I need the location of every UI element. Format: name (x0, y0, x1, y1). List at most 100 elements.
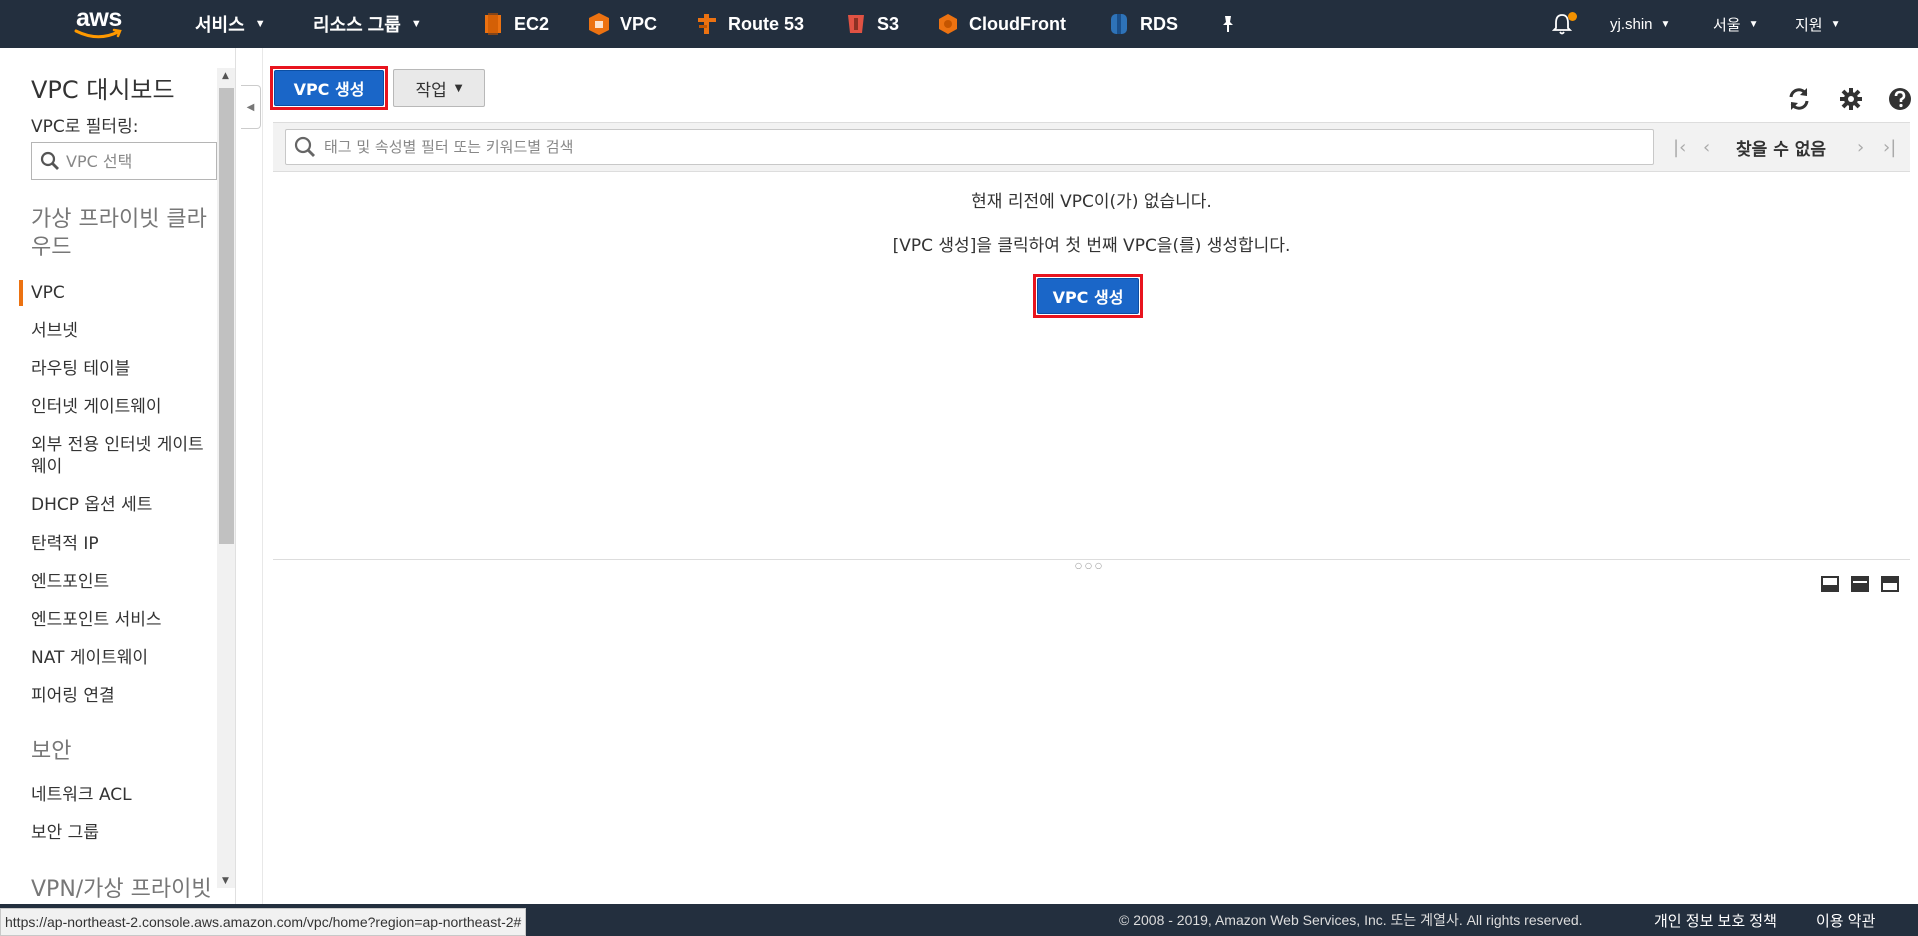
sidebar-item-dhcp-options[interactable]: DHCP 옵션 세트 (31, 494, 211, 516)
shortcut-label: VPC (620, 13, 658, 34)
chevron-down-icon: ▼ (410, 18, 422, 30)
chevron-down-icon: ▼ (1830, 18, 1841, 30)
copyright-text: © 2008 - 2019, Amazon Web Services, Inc.… (1119, 912, 1583, 928)
region-label: 서울 (1713, 16, 1741, 34)
sidebar-item-security-groups[interactable]: 보안 그룹 (31, 822, 211, 844)
layout-split-panel-icon[interactable] (1851, 576, 1869, 592)
chevron-down-icon: ▼ (1748, 18, 1759, 30)
first-page-icon: |‹ (1673, 136, 1687, 158)
chevron-right-icon: › (1857, 136, 1865, 158)
resource-groups-label: 리소스 그룹 (313, 15, 401, 35)
pin-shortcuts-button[interactable] (1220, 0, 1236, 48)
aws-smile-icon (74, 28, 122, 39)
scroll-up-icon[interactable]: ▲ (222, 71, 229, 81)
pager-status: 찾을 수 없음 (1736, 139, 1827, 160)
sidebar-item-endpoints[interactable]: 엔드포인트 (31, 571, 211, 593)
status-bar-url: https://ap-northeast-2.console.aws.amazo… (0, 908, 527, 936)
notification-badge (1568, 12, 1577, 21)
s3-icon (848, 15, 864, 33)
section-heading-vpc: 가상 프라이빗 클라우드 (31, 207, 207, 260)
gear-icon[interactable] (1838, 86, 1864, 112)
terms-of-use-link[interactable]: 이용 약관 (1816, 904, 1875, 936)
sidebar: VPC 대시보드 VPC로 필터링: 가상 프라이빗 클라우드 VPC 서브넷 … (0, 48, 236, 904)
shortcut-route53[interactable]: Route 53 (696, 0, 804, 48)
empty-state-title: 현재 리전에 VPC이(가) 없습니다. (971, 192, 1212, 212)
chevron-left-icon: ◀ (246, 101, 255, 113)
scroll-down-icon[interactable]: ▼ (222, 876, 229, 886)
empty-state-create-vpc-button[interactable]: VPC 생성 (1037, 278, 1139, 314)
sidebar-item-egress-only-gateways[interactable]: 외부 전용 인터넷 게이트웨이 (31, 434, 209, 478)
sidebar-item-elastic-ips[interactable]: 탄력적 IP (31, 533, 211, 555)
route53-icon (698, 14, 716, 34)
sidebar-item-endpoint-services[interactable]: 엔드포인트 서비스 (31, 609, 211, 631)
sidebar-item-vpc[interactable]: VPC (19, 280, 211, 306)
shortcut-label: EC2 (514, 13, 550, 34)
sidebar-item-subnets[interactable]: 서브넷 (31, 320, 211, 342)
section-heading-security: 보안 (31, 739, 72, 764)
vpc-filter-label: VPC로 필터링: (31, 117, 139, 137)
shortcut-ec2[interactable]: EC2 (482, 0, 549, 48)
resource-groups-menu[interactable]: 리소스 그룹 ▼ (313, 0, 422, 48)
search-icon (40, 151, 59, 170)
search-input[interactable] (324, 138, 1624, 156)
top-navigation-bar: aws 서비스 ▼ 리소스 그룹 ▼ EC2 VPC Route 53 S3 C… (0, 0, 1918, 48)
actions-label: 작업 (415, 80, 447, 101)
collapse-sidebar-button[interactable]: ◀ (241, 85, 261, 129)
refresh-icon[interactable] (1786, 86, 1812, 112)
shortcut-cloudfront[interactable]: CloudFront (937, 0, 1066, 48)
sidebar-scrollbar[interactable]: ▲ ▼ (217, 68, 235, 888)
services-menu[interactable]: 서비스 ▼ (195, 0, 266, 48)
aws-logo[interactable]: aws (74, 4, 130, 42)
shortcut-label: CloudFront (969, 13, 1066, 34)
sidebar-item-internet-gateways[interactable]: 인터넷 게이트웨이 (31, 396, 211, 418)
sidebar-item-peering-connections[interactable]: 피어링 연결 (31, 685, 211, 707)
sidebar-edge (262, 48, 263, 904)
actions-button[interactable]: 작업 ▼ (393, 69, 485, 107)
vpc-icon (589, 13, 609, 35)
sidebar-item-nat-gateways[interactable]: NAT 게이트웨이 (31, 647, 211, 669)
prev-page-button[interactable]: ‹ (1703, 123, 1710, 171)
next-page-button[interactable]: › (1857, 123, 1864, 171)
shortcut-label: Route 53 (728, 13, 805, 34)
layout-bottom-panel-icon[interactable] (1821, 576, 1839, 592)
split-pane-divider[interactable] (273, 559, 1910, 560)
sidebar-item-network-acls[interactable]: 네트워크 ACL (31, 784, 211, 806)
filter-bar: |‹ ‹ 찾을 수 없음 › ›| (273, 122, 1910, 172)
shortcut-rds[interactable]: RDS (1108, 0, 1178, 48)
first-page-button[interactable]: |‹ (1673, 123, 1686, 171)
chevron-left-icon: ‹ (1703, 136, 1711, 158)
username: yj.shin (1610, 15, 1653, 33)
vpc-filter-input[interactable] (66, 151, 206, 171)
ec2-icon (485, 13, 501, 35)
cloudfront-icon (939, 14, 957, 34)
last-page-button[interactable]: ›| (1883, 123, 1896, 171)
rds-icon (1111, 14, 1127, 34)
search-icon (294, 136, 315, 157)
account-menu[interactable]: yj.shin ▼ (1610, 0, 1670, 48)
notifications-button[interactable] (1552, 0, 1588, 48)
search-field[interactable] (285, 129, 1654, 165)
vpc-filter-select[interactable] (31, 142, 217, 180)
sidebar-title[interactable]: VPC 대시보드 (31, 70, 175, 105)
pin-icon (1223, 16, 1233, 32)
shortcut-label: S3 (877, 13, 900, 34)
shortcut-label: RDS (1140, 13, 1179, 34)
region-menu[interactable]: 서울 ▼ (1713, 0, 1759, 48)
chevron-down-icon: ▼ (254, 18, 266, 30)
privacy-policy-link[interactable]: 개인 정보 보호 정책 (1654, 904, 1777, 936)
support-menu[interactable]: 지원 ▼ (1795, 0, 1841, 48)
scrollbar-thumb[interactable] (219, 88, 234, 544)
help-icon[interactable] (1887, 86, 1913, 112)
chevron-down-icon: ▼ (1660, 18, 1671, 30)
shortcut-vpc[interactable]: VPC (588, 0, 657, 48)
empty-state-hint: [VPC 생성]을 클릭하여 첫 번째 VPC을(를) 생성합니다. (892, 236, 1291, 256)
resize-handle-icon[interactable]: ○○○ (1075, 561, 1105, 570)
last-page-icon: ›| (1883, 136, 1897, 158)
shortcut-s3[interactable]: S3 (845, 0, 899, 48)
section-heading-vpn: VPN/가상 프라이빗 (31, 877, 212, 902)
sidebar-item-route-tables[interactable]: 라우팅 테이블 (31, 358, 211, 380)
support-label: 지원 (1795, 16, 1823, 34)
create-vpc-button[interactable]: VPC 생성 (274, 70, 384, 106)
services-label: 서비스 (195, 15, 245, 35)
layout-top-panel-icon[interactable] (1881, 576, 1899, 592)
